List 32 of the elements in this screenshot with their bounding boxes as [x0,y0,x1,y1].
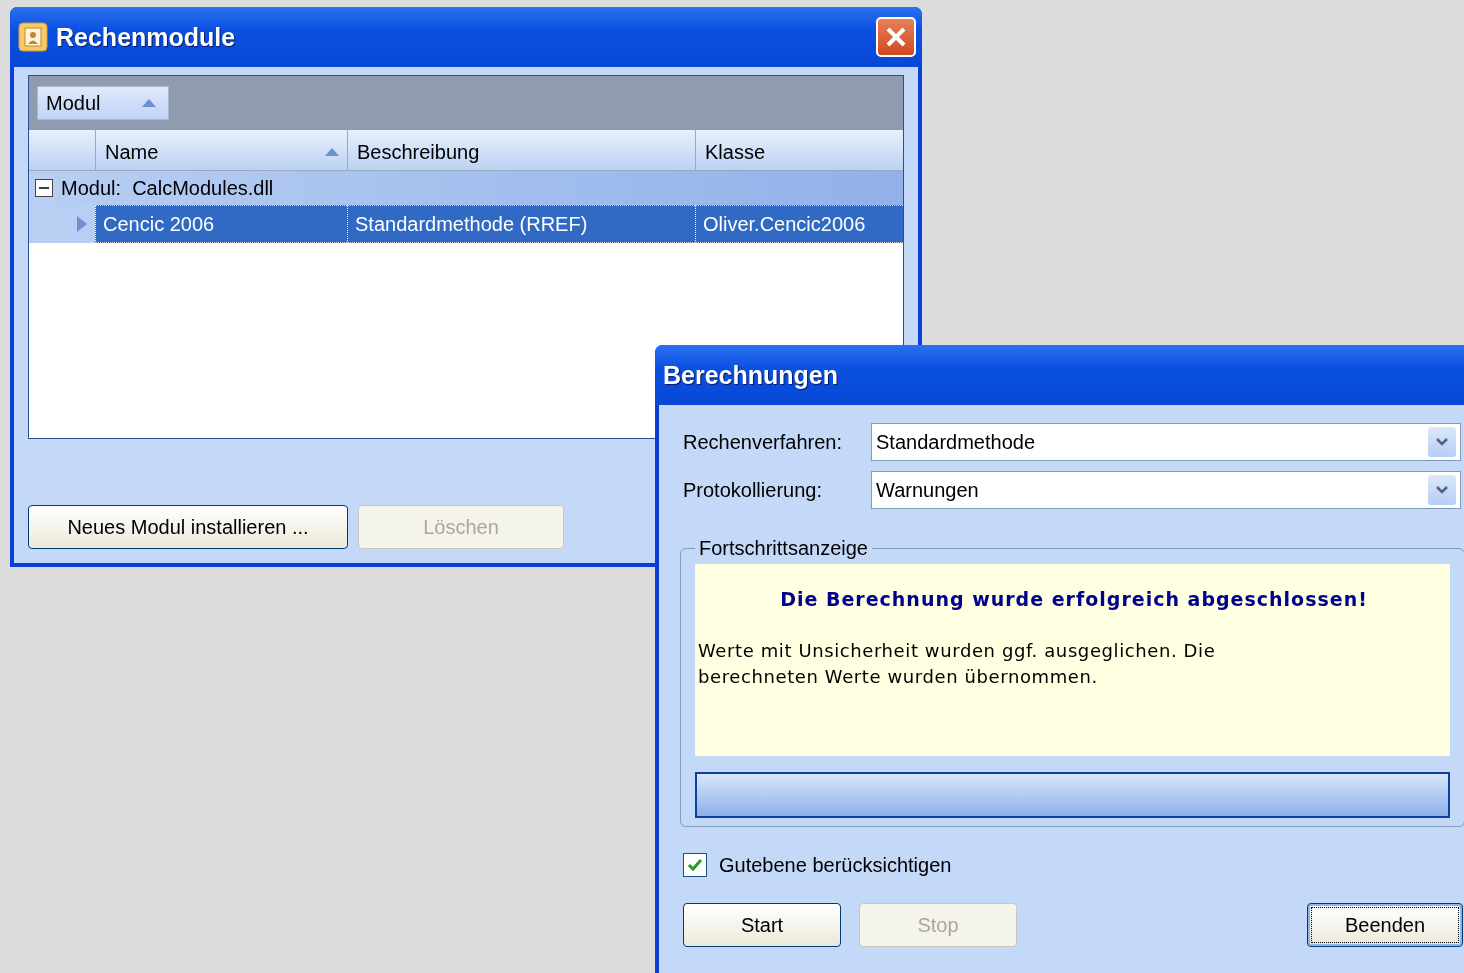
group-title: Fortschrittsanzeige [698,537,869,560]
group-label: Modul: CalcModules.dll [61,176,274,200]
table-row[interactable]: Cencic 2006 Standardmethode (RREF) Oliver.Cencic2006 [29,205,903,243]
checkbox-label[interactable]: Gutebene berücksichtigen [719,853,952,877]
close-button[interactable] [876,17,916,57]
group-row[interactable]: Modul: CalcModules.dll [29,171,903,205]
checkbox[interactable] [683,853,707,877]
table-cell: Oliver.Cencic2006 [695,205,903,243]
row-pointer-icon [77,216,87,232]
field-label: Rechenverfahren: [683,430,843,454]
chevron-down-icon [1435,485,1449,495]
dropdown-field[interactable]: Warnungen [871,471,1461,509]
dialog-button[interactable]: Neues Modul installieren ... [28,505,348,549]
status-message: Werte mit Unsicherheit wurden ggf. ausgeglichen. Die berechneten Werte wurden übernommen. [698,639,1217,689]
collapse-icon[interactable] [35,179,53,197]
status-headline: Die Berechnung wurde erfolgreich abgeschlossen! [779,588,1369,610]
dialog-button[interactable]: Start [683,903,841,947]
dialog-button[interactable]: Beenden [1307,903,1463,947]
column-header[interactable]: Beschreibung [347,130,695,170]
chevron-down-icon [1435,437,1449,447]
window-title: Berechnungen [663,360,840,390]
table-cell: Standardmethode (RREF) [347,205,695,243]
group-by-button[interactable]: Modul [37,86,169,120]
table-cell: Cencic 2006 [95,205,347,243]
field-label: Protokollierung: [683,478,823,502]
dropdown-field[interactable]: Standardmethode [871,423,1461,461]
column-header[interactable]: Klasse [695,130,903,170]
check-icon [687,858,703,872]
app-icon [18,22,48,52]
window-title: Rechenmodule [56,22,237,52]
close-icon [884,25,908,49]
column-header[interactable]: Name [95,130,347,170]
